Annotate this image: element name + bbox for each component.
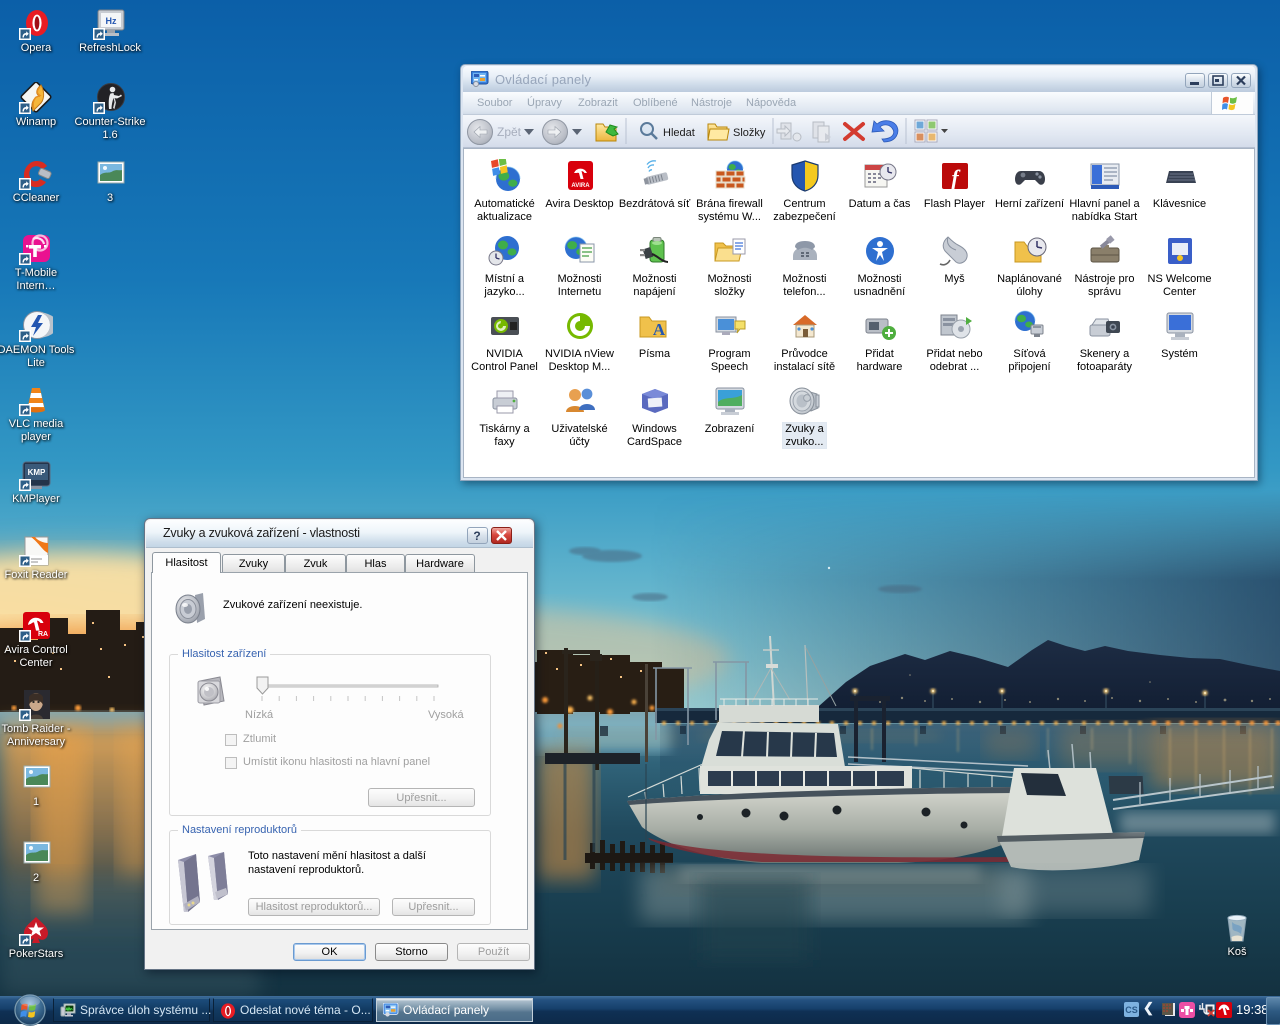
svg-text:Složky: Složky: [733, 127, 766, 139]
svg-text:Zpět: Zpět: [497, 125, 522, 139]
svg-text:A: A: [652, 320, 665, 339]
svg-text:AVIRA: AVIRA: [571, 183, 590, 189]
svg-text:RA: RA: [38, 631, 48, 638]
svg-text:Hz: Hz: [106, 16, 117, 26]
svg-text:?: ?: [473, 529, 480, 542]
svg-text:CS: CS: [1125, 1005, 1138, 1015]
svg-text:Hledat: Hledat: [663, 127, 695, 139]
svg-text:KMP: KMP: [28, 468, 46, 477]
